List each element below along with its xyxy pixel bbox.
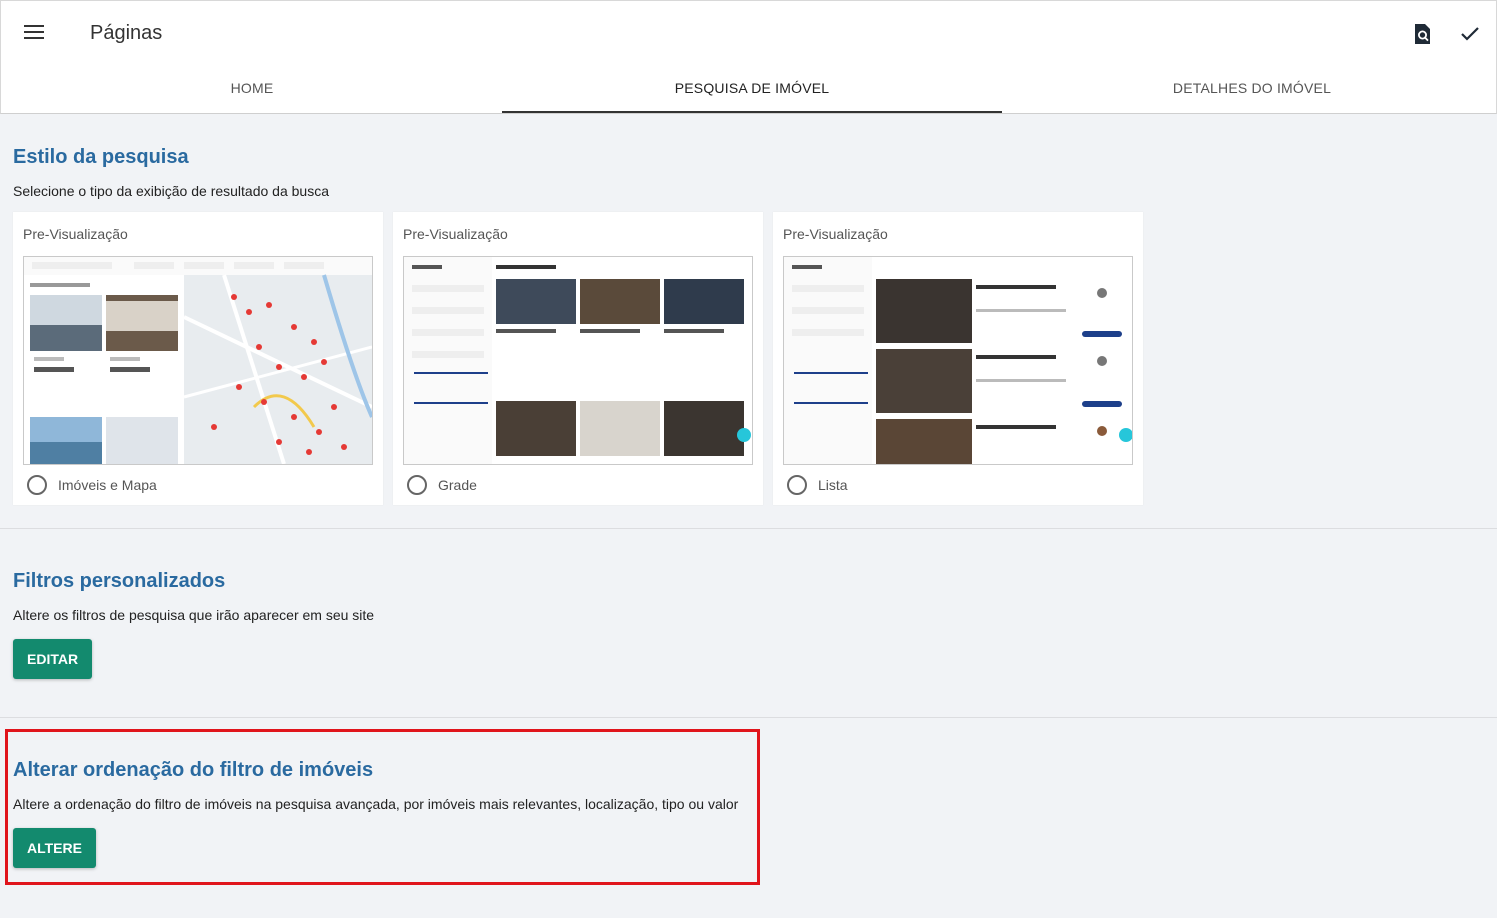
preview-thumbnail-map[interactable] (23, 256, 373, 465)
radio-button[interactable] (407, 475, 427, 495)
search-style-section: Estilo da pesquisa Selecione o tipo da e… (0, 114, 1497, 529)
preview-card-map: Pre-Visualização Imóveis e Mapa (13, 212, 383, 505)
change-sort-button[interactable]: ALTERE (13, 828, 96, 868)
radio-label: Imóveis e Mapa (58, 477, 157, 493)
app-bar: Páginas (0, 0, 1497, 66)
search-style-title: Estilo da pesquisa (13, 146, 189, 168)
preview-thumbnail-list[interactable] (783, 256, 1133, 465)
radio-button[interactable] (787, 475, 807, 495)
custom-filters-section: Filtros personalizados Altere os filtros… (0, 530, 1497, 718)
edit-filters-button[interactable]: EDITAR (13, 639, 93, 679)
tab-home[interactable]: HOME (2, 66, 502, 113)
radio-option-map[interactable]: Imóveis e Mapa (27, 474, 157, 496)
check-icon[interactable] (1457, 21, 1483, 47)
tab-detalhes-do-imovel[interactable]: DETALHES DO IMÓVEL (1002, 66, 1497, 113)
preview-label: Pre-Visualização (23, 226, 128, 242)
radio-option-list[interactable]: Lista (787, 474, 848, 496)
tab-pesquisa-de-imovel[interactable]: PESQUISA DE IMÓVEL (502, 66, 1002, 113)
preview-label: Pre-Visualização (783, 226, 888, 242)
sort-order-title: Alterar ordenação do filtro de imóveis (13, 759, 374, 781)
search-style-description: Selecione o tipo da exibição de resultad… (13, 183, 329, 199)
radio-label: Lista (818, 477, 848, 493)
preview-card-list: Pre-Visualização Lista (773, 212, 1143, 505)
page-title: Páginas (90, 22, 163, 44)
search-document-icon[interactable] (1409, 21, 1435, 47)
radio-button[interactable] (27, 475, 47, 495)
hamburger-icon[interactable] (24, 25, 44, 41)
preview-thumbnail-grid[interactable] (403, 256, 753, 465)
sort-order-description: Altere a ordenação do filtro de imóveis … (13, 796, 739, 812)
radio-option-grid[interactable]: Grade (407, 474, 477, 496)
radio-label: Grade (438, 477, 477, 493)
custom-filters-description: Altere os filtros de pesquisa que irão a… (13, 607, 375, 623)
sort-order-section: Alterar ordenação do filtro de imóveis A… (0, 719, 1497, 918)
preview-label: Pre-Visualização (403, 226, 508, 242)
tab-bar: HOME PESQUISA DE IMÓVEL DETALHES DO IMÓV… (0, 66, 1497, 114)
preview-card-grid: Pre-Visualização Grade (393, 212, 763, 505)
custom-filters-title: Filtros personalizados (13, 570, 226, 592)
